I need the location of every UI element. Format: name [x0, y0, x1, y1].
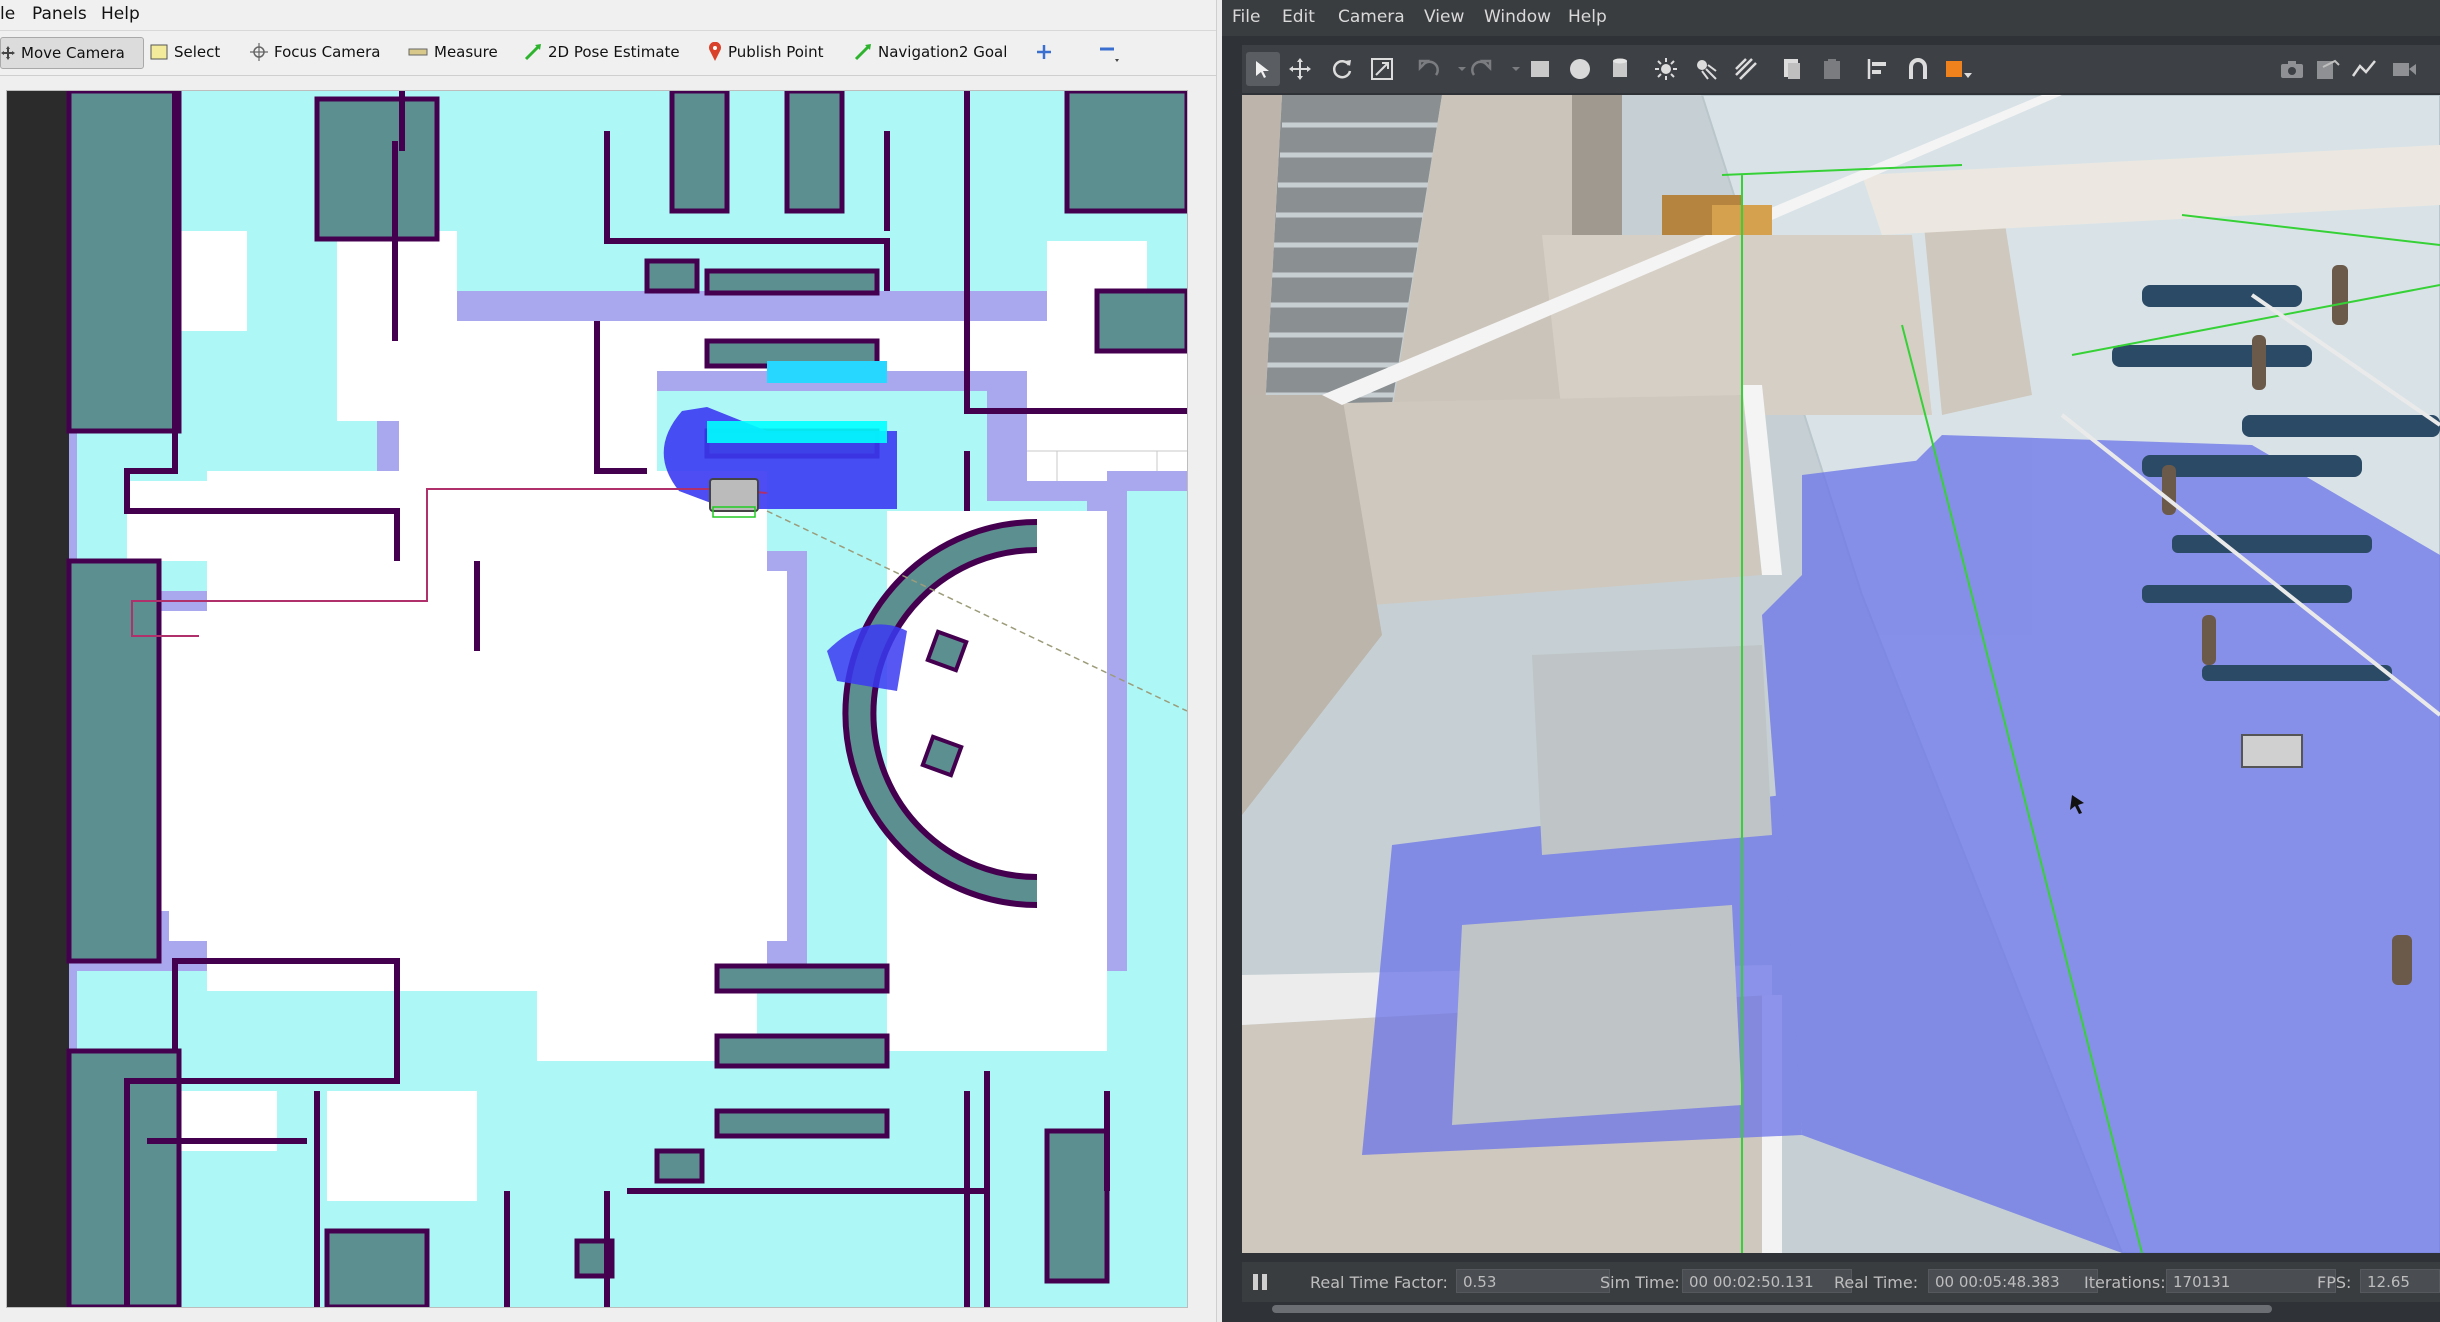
- tool-select-label: Select: [174, 43, 221, 61]
- publish-point-icon: [709, 42, 721, 61]
- fps-label: FPS:: [2317, 1273, 2352, 1292]
- paste-icon[interactable]: [1818, 55, 1846, 83]
- copy-icon[interactable]: [1778, 55, 1806, 83]
- iterations-value: 170131: [2166, 1269, 2336, 1293]
- tool-measure[interactable]: Measure: [408, 37, 498, 67]
- gz-menu-help[interactable]: Help: [1568, 7, 1607, 27]
- gazebo-render: [1242, 95, 2440, 1253]
- gz-menu-file[interactable]: File: [1232, 7, 1260, 27]
- rviz-menubar: le Panels Help: [0, 0, 1216, 31]
- fps-value: 12.65: [2360, 1269, 2440, 1293]
- local-costmap-inscribed: [767, 361, 887, 383]
- focus-camera-icon: [250, 43, 268, 61]
- gz-menu-view[interactable]: View: [1424, 7, 1464, 27]
- color-icon[interactable]: [1944, 55, 1972, 83]
- snap-icon[interactable]: [1904, 55, 1932, 83]
- gz-menu-edit[interactable]: Edit: [1282, 7, 1315, 27]
- translate-icon[interactable]: [1286, 55, 1314, 83]
- gazebo-menubar: File Edit Camera View Window Help: [1222, 0, 2440, 36]
- tool-select[interactable]: Select: [150, 37, 220, 67]
- robot-3d: [2241, 734, 2303, 768]
- sim-time-value: 00 00:02:50.131: [1682, 1269, 1852, 1293]
- nav-goal-icon: [854, 44, 871, 61]
- sphere-icon[interactable]: [1566, 55, 1594, 83]
- rviz-menu-file[interactable]: le: [0, 4, 15, 24]
- rviz-toolbar: Move Camera Select Focus Camera Measure …: [0, 31, 1216, 76]
- redo-icon[interactable]: [1468, 55, 1496, 83]
- move-camera-icon: [1, 46, 15, 60]
- remove-tool-icon: [1100, 47, 1119, 62]
- tool-2d-pose-estimate[interactable]: 2D Pose Estimate: [524, 37, 680, 67]
- tool-publish-point-label: Publish Point: [728, 43, 824, 61]
- tool-focus-camera-label: Focus Camera: [274, 43, 381, 61]
- pause-icon[interactable]: [1250, 1272, 1270, 1292]
- gz-menu-window[interactable]: Window: [1484, 7, 1551, 27]
- scrollbar-thumb[interactable]: [1272, 1305, 2272, 1313]
- tool-focus-camera[interactable]: Focus Camera: [250, 37, 380, 67]
- tool-2d-pose-estimate-label: 2D Pose Estimate: [548, 43, 680, 61]
- spot-light-icon[interactable]: [1692, 55, 1720, 83]
- tool-measure-label: Measure: [434, 43, 498, 61]
- add-tool-icon: [1037, 45, 1051, 59]
- remove-tool-button[interactable]: [1098, 37, 1126, 67]
- gazebo-status-bar: Real Time Factor: 0.53 Sim Time: 00 00:0…: [1242, 1262, 2440, 1302]
- tool-publish-point[interactable]: Publish Point: [708, 37, 823, 67]
- rviz-3d-view[interactable]: [6, 90, 1188, 1308]
- gazebo-toolbar: [1242, 45, 2440, 93]
- rviz-menu-help[interactable]: Help: [101, 4, 140, 24]
- align-icon[interactable]: [1864, 55, 1892, 83]
- gz-menu-camera[interactable]: Camera: [1338, 7, 1405, 27]
- pose-estimate-icon: [524, 44, 541, 61]
- sim-time-label: Sim Time:: [1600, 1273, 1680, 1292]
- tool-navigation2-goal[interactable]: Navigation2 Goal: [854, 37, 1007, 67]
- gazebo-window: File Edit Camera View Window Help Real T…: [1222, 0, 2440, 1322]
- cylinder-icon[interactable]: [1606, 55, 1634, 83]
- rotate-icon[interactable]: [1328, 55, 1356, 83]
- record-icon[interactable]: [2314, 55, 2342, 83]
- scale-icon[interactable]: [1368, 55, 1396, 83]
- real-time-factor-value: 0.53: [1456, 1269, 1610, 1293]
- select-icon: [150, 44, 168, 60]
- rviz-menu-panels[interactable]: Panels: [32, 4, 87, 24]
- directional-light-icon[interactable]: [1732, 55, 1760, 83]
- real-time-label: Real Time:: [1834, 1273, 1919, 1292]
- plot-icon[interactable]: [2350, 55, 2378, 83]
- tool-move-camera[interactable]: Move Camera: [0, 37, 144, 69]
- video-icon[interactable]: [2390, 55, 2418, 83]
- screenshot-icon[interactable]: [2278, 55, 2306, 83]
- rviz-window: le Panels Help Move Camera Select Focus …: [0, 0, 1216, 1322]
- iterations-label: Iterations:: [2084, 1273, 2166, 1292]
- add-tool-button[interactable]: [1036, 37, 1058, 67]
- measure-icon: [408, 48, 428, 56]
- tool-navigation2-goal-label: Navigation2 Goal: [878, 43, 1008, 61]
- point-light-icon[interactable]: [1652, 55, 1680, 83]
- gazebo-3d-scene[interactable]: [1242, 95, 2440, 1253]
- tool-move-camera-label: Move Camera: [21, 44, 125, 62]
- real-time-value: 00 00:05:48.383: [1928, 1269, 2098, 1293]
- box-icon[interactable]: [1526, 55, 1554, 83]
- undo-icon[interactable]: [1414, 55, 1442, 83]
- select-mode-icon[interactable]: [1246, 52, 1280, 86]
- real-time-factor-label: Real Time Factor:: [1310, 1273, 1448, 1292]
- costmap-map: [7, 91, 1187, 1307]
- gazebo-horizontal-scrollbar[interactable]: [1242, 1302, 2440, 1316]
- robot-footprint: [709, 478, 759, 518]
